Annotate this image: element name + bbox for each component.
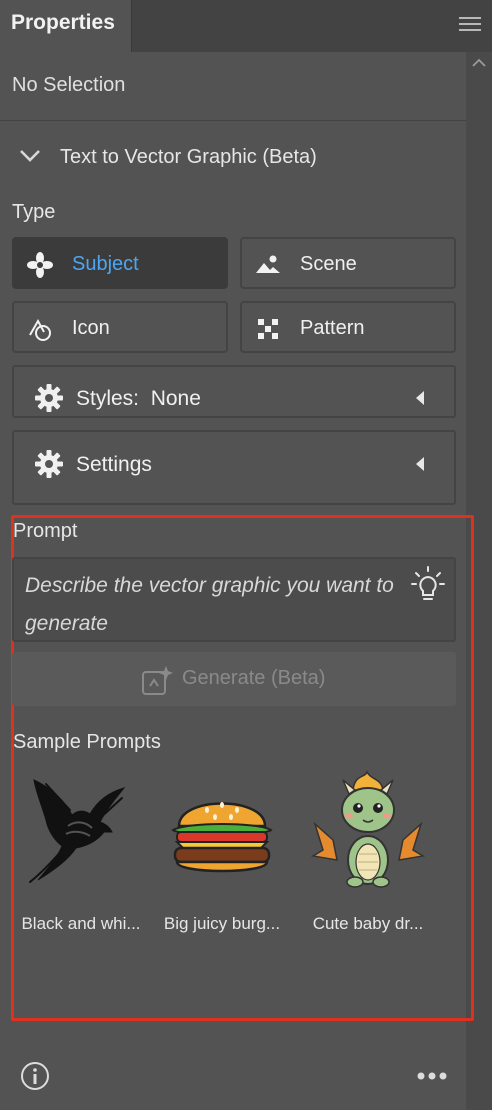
- section-title: Text to Vector Graphic (Beta): [60, 146, 317, 168]
- checker-pattern-icon: [258, 319, 278, 339]
- generate-button[interactable]: Generate (Beta): [12, 652, 456, 706]
- black-bird-drawing: [29, 779, 126, 883]
- sample-prompt-burger[interactable]: Big juicy burg...: [147, 770, 297, 940]
- prompt-placeholder: Describe the vector graphic you want to …: [25, 574, 394, 635]
- sample-prompt-dragon[interactable]: Cute baby dr...: [293, 770, 443, 940]
- panel-tab-bar: Properties: [0, 0, 492, 52]
- chevron-down-icon: [20, 150, 40, 162]
- properties-tab-label: Properties: [11, 11, 115, 34]
- panel-menu-icon[interactable]: [459, 15, 481, 33]
- caret-left-icon: [416, 457, 424, 471]
- generate-sparkle-icon: [142, 666, 173, 695]
- caret-left-icon: [416, 391, 424, 405]
- styles-value: None: [150, 387, 201, 410]
- sample-prompts-label: Sample Prompts: [13, 731, 161, 753]
- info-icon[interactable]: [20, 1061, 50, 1091]
- type-scene-label: Scene: [300, 253, 357, 275]
- type-pattern-label: Pattern: [300, 317, 365, 339]
- landscape-icon: [256, 255, 280, 273]
- section-divider: [0, 120, 466, 121]
- baby-dragon-illustration: [310, 770, 426, 888]
- sample-prompt-dragon-label: Cute baby dr...: [312, 914, 424, 933]
- burger-illustration: [171, 802, 273, 873]
- selection-status: No Selection: [12, 74, 126, 96]
- type-icon-label: Icon: [72, 317, 110, 339]
- sample-prompt-bird-label: Black and whi...: [21, 914, 141, 933]
- lightbulb-icon[interactable]: [410, 565, 446, 605]
- styles-dropdown[interactable]: Styles: None: [12, 365, 456, 418]
- flower-icon: [27, 252, 53, 278]
- type-icon-button[interactable]: Icon: [12, 301, 228, 353]
- gear-icon: [35, 450, 63, 478]
- scroll-up-arrow-icon[interactable]: [470, 54, 488, 72]
- settings-dropdown[interactable]: Settings: [12, 430, 456, 505]
- styles-label: Styles:: [76, 387, 140, 410]
- styles-text: Styles: None: [76, 387, 201, 411]
- gear-icon: [35, 384, 63, 412]
- type-pattern-button[interactable]: Pattern: [240, 301, 456, 353]
- prompt-label: Prompt: [13, 520, 78, 542]
- type-scene-button[interactable]: Scene: [240, 237, 456, 289]
- shapes-icon: [29, 318, 51, 341]
- prompt-input[interactable]: Describe the vector graphic you want to …: [12, 557, 456, 642]
- properties-tab[interactable]: Properties: [0, 0, 132, 52]
- settings-label: Settings: [76, 453, 152, 476]
- type-label: Type: [12, 201, 56, 223]
- type-subject-button[interactable]: Subject: [12, 237, 228, 289]
- sample-prompt-bird[interactable]: Black and whi...: [6, 770, 156, 940]
- sample-prompt-burger-label: Big juicy burg...: [163, 914, 281, 933]
- more-options-icon[interactable]: [416, 1070, 448, 1082]
- type-subject-label: Subject: [72, 253, 139, 275]
- generate-label: Generate (Beta): [182, 667, 326, 689]
